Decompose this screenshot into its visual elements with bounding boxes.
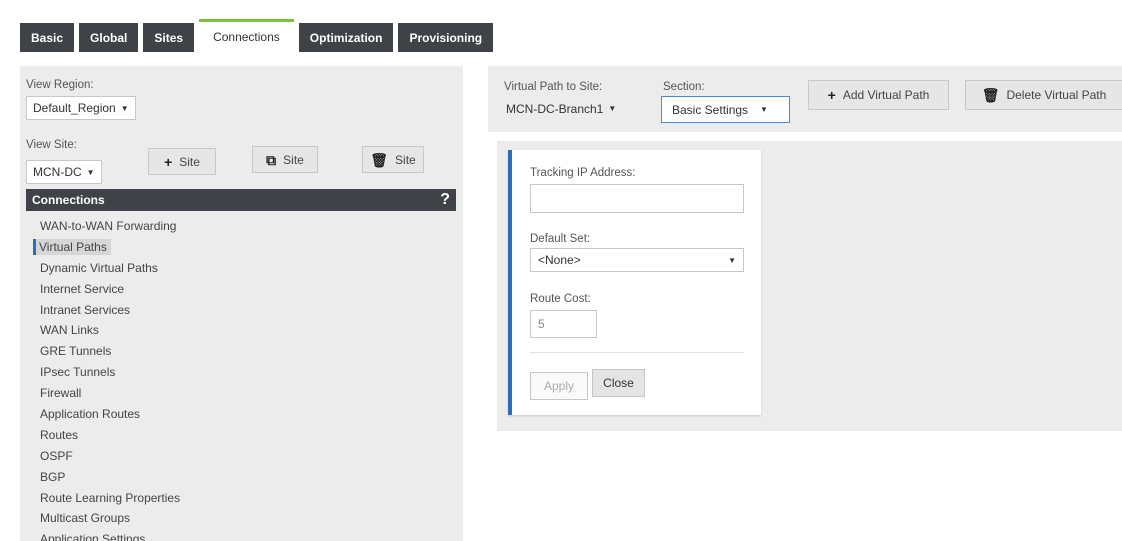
connection-item[interactable]: WAN Links: [40, 320, 180, 341]
help-icon[interactable]: ?: [440, 191, 450, 209]
virtual-path-label: Virtual Path to Site:: [504, 81, 603, 93]
close-button[interactable]: Close: [592, 369, 645, 397]
connection-item[interactable]: Firewall: [40, 383, 180, 404]
connection-item[interactable]: BGP: [40, 467, 180, 488]
tab-sites[interactable]: Sites: [143, 23, 195, 52]
connection-item[interactable]: Multicast Groups: [40, 508, 180, 529]
delete-virtual-path-button[interactable]: 🗑 Delete Virtual Path: [965, 80, 1122, 110]
clone-site-button[interactable]: ⧉ Site: [252, 146, 318, 173]
view-site-label: View Site:: [26, 139, 77, 151]
trash-icon: 🗑: [981, 87, 1000, 103]
plus-icon: +: [827, 87, 836, 103]
route-cost-input[interactable]: 5: [530, 310, 597, 338]
view-site-select[interactable]: MCN-DC ▼: [26, 160, 102, 184]
default-set-value: <None>: [538, 253, 581, 267]
plus-icon: +: [164, 153, 173, 170]
tab-global[interactable]: Global: [79, 23, 139, 52]
connections-list: WAN-to-WAN Forwarding Virtual Paths Dyna…: [33, 216, 180, 541]
main-tabs: Basic Global Sites Connections Optimizat…: [20, 19, 494, 52]
connections-header: Connections ?: [26, 189, 456, 211]
delete-site-button[interactable]: 🗑 Site: [362, 146, 424, 173]
view-region-label: View Region:: [26, 79, 94, 91]
view-site-value: MCN-DC: [33, 165, 82, 179]
delete-virtual-path-label: Delete Virtual Path: [1006, 88, 1107, 102]
add-site-button[interactable]: + Site: [148, 148, 216, 175]
trash-icon: 🗑: [370, 151, 389, 168]
default-set-label: Default Set:: [530, 233, 591, 245]
connection-item[interactable]: Dynamic Virtual Paths: [40, 258, 180, 279]
connection-item[interactable]: Intranet Services: [40, 300, 180, 321]
connection-item[interactable]: WAN-to-WAN Forwarding: [40, 216, 180, 237]
clone-icon: ⧉: [266, 151, 277, 168]
route-cost-label: Route Cost:: [530, 293, 591, 305]
tab-provisioning[interactable]: Provisioning: [398, 23, 494, 52]
caret-down-icon: ▼: [86, 167, 95, 177]
connection-item[interactable]: Route Learning Properties: [40, 488, 180, 509]
connection-item[interactable]: Application Routes: [40, 404, 180, 425]
connection-item[interactable]: IPsec Tunnels: [40, 362, 180, 383]
apply-button[interactable]: Apply: [530, 372, 588, 400]
add-virtual-path-button[interactable]: + Add Virtual Path: [808, 80, 949, 110]
connection-item[interactable]: Application Settings: [40, 529, 180, 541]
default-set-select[interactable]: <None> ▼: [530, 248, 744, 272]
connections-title: Connections: [32, 193, 105, 207]
tab-optimization[interactable]: Optimization: [298, 23, 394, 52]
section-select[interactable]: Basic Settings ▼: [661, 96, 790, 123]
virtual-path-value: MCN-DC-Branch1: [506, 101, 604, 116]
view-region-select[interactable]: Default_Region ▼: [26, 96, 136, 120]
connection-item[interactable]: Internet Service: [40, 279, 180, 300]
tracking-ip-label: Tracking IP Address:: [530, 167, 636, 179]
virtual-path-select[interactable]: MCN-DC-Branch1 ▼: [504, 96, 618, 121]
form-divider: [530, 352, 744, 353]
left-panel: View Region: Default_Region ▼ View Site:…: [20, 66, 463, 541]
connection-item[interactable]: OSPF: [40, 446, 180, 467]
tab-basic[interactable]: Basic: [20, 23, 75, 52]
caret-down-icon: ▼: [608, 104, 617, 113]
connection-item-active[interactable]: Virtual Paths: [33, 237, 180, 258]
caret-down-icon: ▼: [728, 255, 736, 265]
tab-connections[interactable]: Connections: [199, 19, 294, 52]
section-value: Basic Settings: [672, 102, 749, 117]
clone-site-label: Site: [283, 152, 304, 167]
add-virtual-path-label: Add Virtual Path: [842, 88, 930, 102]
basic-settings-form: Tracking IP Address: Default Set: <None>…: [508, 150, 761, 415]
connection-item[interactable]: Routes: [40, 425, 180, 446]
caret-down-icon: ▼: [120, 103, 129, 113]
delete-site-label: Site: [395, 152, 416, 167]
add-site-label: Site: [179, 154, 200, 169]
virtual-path-toolbar: Virtual Path to Site: MCN-DC-Branch1 ▼ S…: [488, 66, 1122, 132]
section-label: Section:: [663, 81, 705, 93]
view-region-value: Default_Region: [33, 101, 116, 115]
tracking-ip-input[interactable]: [530, 184, 744, 213]
connection-item[interactable]: GRE Tunnels: [40, 341, 180, 362]
caret-down-icon: ▼: [760, 105, 768, 114]
